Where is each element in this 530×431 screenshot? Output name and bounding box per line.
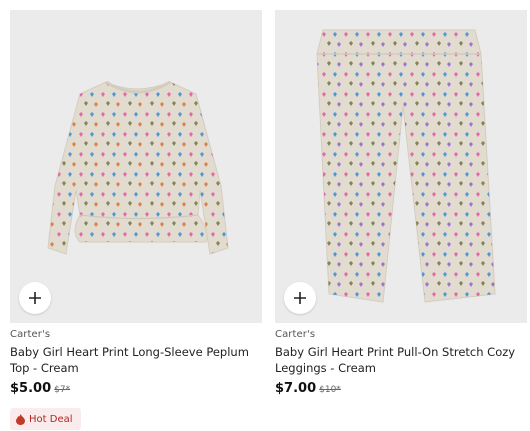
price-row: $7.00 $10* [275, 381, 341, 396]
plus-icon [294, 292, 306, 304]
sale-price: $5.00 [10, 381, 52, 396]
product-title[interactable]: Baby Girl Heart Print Pull-On Stretch Co… [275, 344, 527, 376]
add-to-cart-button[interactable] [19, 282, 51, 314]
brand-name: Carter's [275, 329, 316, 340]
hot-deal-badge[interactable]: Hot Deal [10, 408, 81, 430]
original-price: $7* [54, 385, 71, 395]
sale-price: $7.00 [275, 381, 317, 396]
product-image[interactable] [10, 10, 262, 323]
brand-name: Carter's [10, 329, 51, 340]
flame-icon [16, 413, 25, 425]
add-to-cart-button[interactable] [284, 282, 316, 314]
product-card-peplum-top[interactable]: Carter's Baby Girl Heart Print Long-Slee… [10, 10, 262, 430]
hot-deal-label: Hot Deal [29, 413, 73, 425]
product-title[interactable]: Baby Girl Heart Print Long-Sleeve Peplum… [10, 344, 262, 376]
leggings-image [316, 29, 496, 303]
product-card-leggings[interactable]: Carter's Baby Girl Heart Print Pull-On S… [275, 10, 527, 396]
product-image[interactable] [275, 10, 527, 323]
peplum-top-image [47, 80, 229, 255]
original-price: $10* [319, 385, 341, 395]
price-row: $5.00 $7* [10, 381, 70, 396]
plus-icon [29, 292, 41, 304]
